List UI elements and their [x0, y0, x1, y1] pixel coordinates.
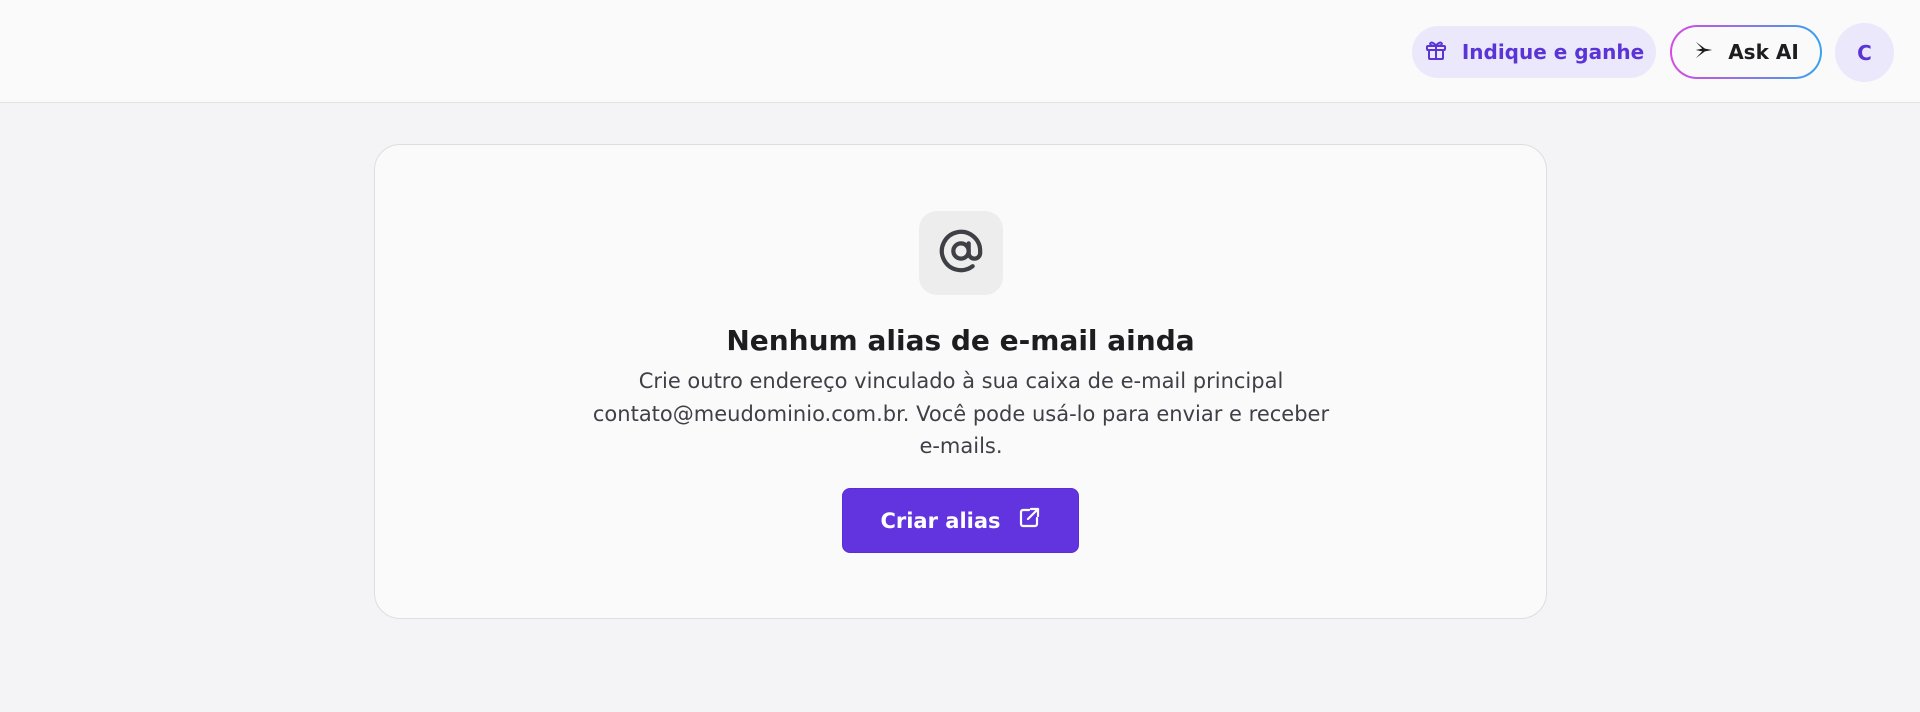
refer-and-earn-button[interactable]: Indique e ganhe	[1412, 26, 1656, 78]
at-sign-icon-container	[919, 211, 1003, 295]
create-alias-button[interactable]: Criar alias	[842, 488, 1079, 553]
ask-ai-label: Ask AI	[1728, 40, 1799, 64]
empty-state-card: Nenhum alias de e-mail ainda Crie outro …	[374, 144, 1547, 619]
ask-ai-button[interactable]: Ask AI	[1670, 25, 1822, 79]
create-alias-label: Criar alias	[880, 508, 1001, 533]
user-avatar[interactable]: C	[1835, 23, 1894, 82]
top-bar: Indique e ganhe Ask AI C	[0, 0, 1920, 103]
avatar-initial: C	[1857, 40, 1872, 65]
empty-state-description: Crie outro endereço vinculado à sua caix…	[592, 369, 1330, 458]
refer-and-earn-label: Indique e ganhe	[1461, 40, 1645, 64]
at-sign-icon	[938, 228, 984, 278]
external-link-icon	[1017, 506, 1041, 535]
empty-state-title: Nenhum alias de e-mail ainda	[726, 324, 1195, 357]
gift-icon	[1424, 38, 1448, 67]
sparkle-icon	[1693, 39, 1715, 66]
